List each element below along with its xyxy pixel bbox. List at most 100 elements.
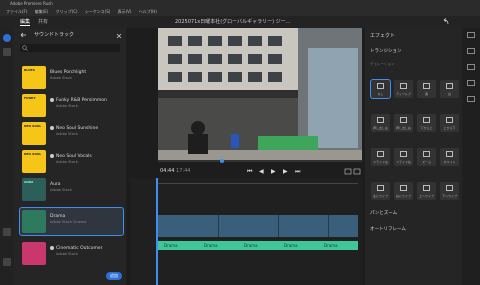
section-autoframe[interactable]: オートリフレーム [370, 226, 406, 232]
album-art: NEO SOUL [22, 122, 46, 145]
album-art: NEO SOUL [22, 150, 46, 173]
time-readout: 04:44 17:44 [160, 168, 190, 174]
track-title: Aura [50, 182, 61, 187]
current-time: 04:44 [160, 168, 175, 174]
document-title: 2025071x日曜本社(グローバルギャラリー) ジー... [175, 19, 291, 25]
search-icon [22, 45, 28, 51]
menu-help[interactable]: ヘルプ(H) [139, 9, 157, 14]
color-icon[interactable] [467, 48, 475, 54]
menu-bar: ファイル(F) 編集(E) クリップ(C) シーケンス(S) 表示(V) ヘルプ… [0, 8, 480, 16]
title-bar: Adobe Premiere Rush [0, 0, 480, 8]
track-subtitle: Adobe Stock Cinema [50, 220, 87, 224]
project-icon[interactable] [3, 48, 11, 56]
track-title: Drama [50, 214, 66, 219]
album-art: AURA [22, 178, 46, 201]
section-transitions[interactable]: トランジション [370, 48, 402, 54]
fullscreen-icon[interactable] [344, 168, 362, 176]
menu-clip[interactable]: クリップ(C) [56, 9, 78, 14]
album-art [22, 210, 46, 233]
album-art: BLUES [22, 66, 46, 89]
playback-controls: ⏮ ◀ ▶ ▶ ⏭ [245, 168, 305, 176]
list-item[interactable]: FUNKY Funky R&B Persimmon Adobe Stock [20, 92, 123, 119]
scrub-handle[interactable] [220, 159, 224, 163]
transition-tile[interactable]: ホワイト [440, 148, 459, 166]
transition-tile[interactable]: 右にワイプ [394, 182, 413, 200]
transition-tile[interactable]: 黒 [417, 80, 436, 98]
track-title: Funky R&B Persimmon [56, 98, 107, 103]
transition-tile[interactable]: 上から下 [440, 114, 459, 132]
list-item[interactable]: NEO SOUL Neo Soul Vocals Adobe Stock [20, 148, 123, 175]
transition-tile[interactable]: スライド左 [371, 148, 390, 166]
list-item[interactable]: Cinematic Outcomer Adobe Stock [20, 240, 123, 267]
effects-icon[interactable] [467, 32, 475, 38]
skip-back-icon[interactable]: ⏮ [247, 168, 252, 176]
video-frame [158, 28, 362, 160]
timeline[interactable]: Drama Drama Drama Drama Drama [130, 178, 362, 285]
left-rail [0, 28, 14, 285]
speed-icon[interactable] [467, 64, 475, 70]
audio-clip-label: Drama [284, 243, 298, 248]
tools-icon[interactable] [3, 228, 11, 236]
transition-tile[interactable]: ディゾルブ [394, 80, 413, 98]
scrub-bar[interactable] [158, 159, 362, 163]
transition-tile[interactable]: スライド右 [394, 148, 413, 166]
duration-time: 17:44 [176, 168, 191, 174]
audio-clip[interactable]: Drama Drama Drama Drama Drama [158, 241, 358, 250]
transition-tile[interactable]: 白 [440, 80, 459, 98]
transition-tile[interactable]: 下へワイプ [440, 182, 459, 200]
list-item[interactable]: BLUES Blues Porchlight Adobe Stock [20, 64, 123, 91]
play-icon[interactable]: ▶ [271, 168, 276, 175]
audio-clip-label: Drama [324, 243, 338, 248]
play-icon[interactable] [50, 246, 54, 250]
track-title: Neo Soul Vocals [56, 154, 92, 159]
media-panel: サウンドトラック BLUES Blues Porchlight Adobe St… [14, 28, 126, 285]
list-item[interactable]: NEO SOUL Neo Soul Sunshine Adobe Stock [20, 120, 123, 147]
section-pan-zoom[interactable]: パンとズーム [370, 210, 397, 216]
menu-file[interactable]: ファイル(F) [6, 9, 27, 14]
play-icon[interactable] [50, 98, 54, 102]
audio-icon[interactable] [467, 80, 475, 86]
add-media-icon[interactable] [3, 34, 11, 42]
tab-share[interactable]: 共有 [38, 18, 48, 25]
transition-tile[interactable]: 上へワイプ [417, 182, 436, 200]
search-input[interactable] [20, 44, 120, 52]
add-button[interactable]: 追加 [106, 272, 122, 280]
transition-tile[interactable]: 下から上 [417, 114, 436, 132]
tab-edit[interactable]: 編集 [20, 18, 31, 26]
video-preview[interactable] [158, 28, 362, 160]
play-icon[interactable] [50, 126, 54, 130]
audio-clip-label: Drama [164, 243, 178, 248]
transition-tile[interactable]: 押し出し左 [371, 114, 390, 132]
right-rail [462, 28, 480, 285]
transition-tile[interactable]: 左にワイプ [371, 182, 390, 200]
track-subtitle: Adobe Stock [56, 132, 78, 136]
step-forward-icon[interactable]: ▶ [283, 168, 288, 175]
top-bar: 編集 共有 2025071x日曜本社(グローバルギャラリー) ジー... [0, 16, 480, 28]
list-item-selected[interactable]: Drama Adobe Stock Cinema [19, 207, 124, 236]
panel-title: エフェクト [370, 33, 396, 39]
transition-tile[interactable]: ズーム [417, 148, 436, 166]
menu-edit[interactable]: 編集(E) [35, 9, 49, 14]
list-item[interactable]: AURA Aura Adobe Stock [20, 176, 123, 203]
track-subtitle: Adobe Stock [56, 252, 78, 256]
skip-forward-icon[interactable]: ⏭ [295, 168, 300, 176]
audio-clip-label: Drama [244, 243, 258, 248]
track-subtitle: Adobe Stock [50, 76, 72, 80]
step-back-icon[interactable]: ◀ [259, 168, 264, 175]
play-icon[interactable] [50, 154, 54, 158]
timeline-ruler [158, 180, 358, 184]
window-title: Adobe Premiere Rush [10, 1, 53, 6]
transition-tile[interactable]: なし [370, 79, 391, 99]
transition-tile[interactable]: 押し出し右 [394, 114, 413, 132]
track-title: Blues Porchlight [50, 70, 87, 75]
transform-icon[interactable] [467, 96, 475, 102]
menu-sequence[interactable]: シーケンス(S) [85, 9, 110, 14]
settings-icon[interactable] [3, 258, 11, 266]
app-window: Adobe Premiere Rush ファイル(F) 編集(E) クリップ(C… [0, 0, 480, 285]
menu-view[interactable]: 表示(V) [118, 9, 132, 14]
track-subtitle: Adobe Stock [50, 188, 72, 192]
video-clip[interactable] [158, 215, 358, 237]
track-subtitle: Adobe Stock [56, 104, 78, 108]
undo-icon[interactable] [442, 18, 450, 26]
close-icon[interactable] [116, 33, 122, 39]
